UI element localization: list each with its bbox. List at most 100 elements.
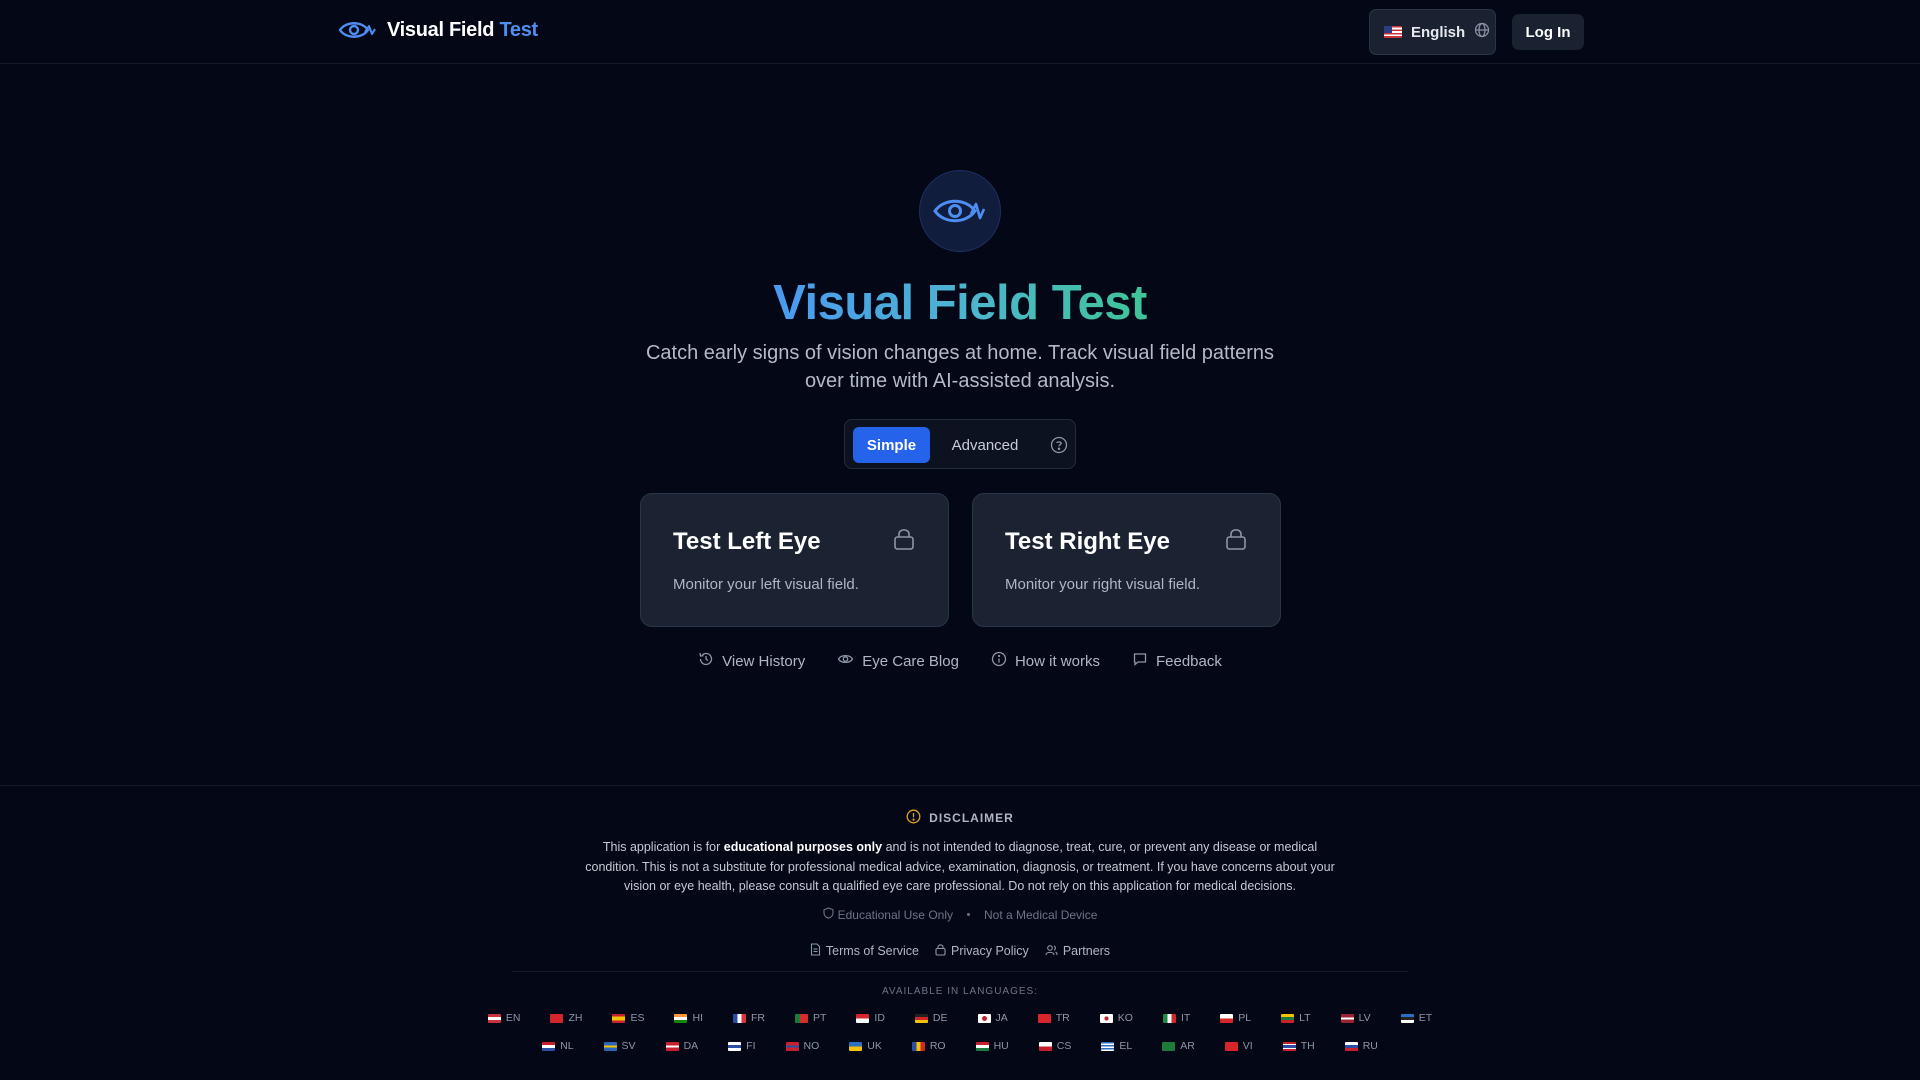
language-link-ko[interactable]: KO xyxy=(1092,1011,1141,1025)
warning-icon xyxy=(906,809,921,827)
language-link-pl[interactable]: PL xyxy=(1212,1011,1259,1025)
language-link-no[interactable]: NO xyxy=(778,1039,828,1053)
privacy-policy-link[interactable]: Privacy Policy xyxy=(935,943,1029,959)
language-code: DA xyxy=(683,1040,699,1052)
language-link-zh[interactable]: ZH xyxy=(542,1011,590,1025)
mode-simple-button[interactable]: Simple xyxy=(853,427,930,463)
language-code: NO xyxy=(803,1040,820,1052)
users-icon xyxy=(1045,944,1058,959)
language-code: JA xyxy=(995,1012,1008,1024)
language-code: IT xyxy=(1180,1012,1191,1024)
language-selector-button[interactable]: English xyxy=(1369,9,1496,55)
language-code: RU xyxy=(1362,1040,1378,1052)
ru-flag-icon xyxy=(1344,1041,1358,1051)
language-link-fi[interactable]: FI xyxy=(720,1039,763,1053)
language-links-row: NL SV DA FI NO UK RO HU CS EL AR VI TH RU xyxy=(0,1039,1920,1053)
language-code: PT xyxy=(812,1012,827,1024)
language-code: LV xyxy=(1358,1012,1371,1024)
disclaimer-heading: DISCLAIMER xyxy=(0,809,1920,827)
how-it-works-link[interactable]: How it works xyxy=(991,650,1100,672)
hero-eye-icon xyxy=(919,170,1001,252)
language-link-et[interactable]: ET xyxy=(1393,1011,1440,1025)
language-link-th[interactable]: TH xyxy=(1275,1039,1323,1053)
language-link-hi[interactable]: HI xyxy=(666,1011,711,1025)
language-link-fr[interactable]: FR xyxy=(725,1011,773,1025)
page-subtitle: Catch early signs of vision changes at h… xyxy=(645,342,1275,392)
language-code: UK xyxy=(867,1040,882,1052)
zh-flag-icon xyxy=(550,1013,564,1023)
language-link-lv[interactable]: LV xyxy=(1333,1011,1379,1025)
sv-flag-icon xyxy=(603,1041,617,1051)
language-link-en[interactable]: EN xyxy=(480,1011,529,1025)
language-link-pt[interactable]: PT xyxy=(787,1011,834,1025)
language-link-tr[interactable]: TR xyxy=(1030,1011,1078,1025)
language-code: EN xyxy=(505,1012,521,1024)
fi-flag-icon xyxy=(728,1041,742,1051)
nl-flag-icon xyxy=(542,1041,556,1051)
language-link-cs[interactable]: CS xyxy=(1031,1039,1080,1053)
card-title: Test Right Eye xyxy=(1005,528,1170,555)
partners-link[interactable]: Partners xyxy=(1045,944,1110,959)
legal-links: Terms of Service Privacy Policy Partners xyxy=(0,943,1920,959)
language-link-de[interactable]: DE xyxy=(907,1011,956,1025)
es-flag-icon xyxy=(612,1013,626,1023)
language-link-ja[interactable]: JA xyxy=(970,1011,1016,1025)
ar-flag-icon xyxy=(1162,1041,1176,1051)
language-link-ar[interactable]: AR xyxy=(1154,1039,1203,1053)
language-link-vi[interactable]: VI xyxy=(1217,1039,1261,1053)
en-flag-icon xyxy=(487,1013,501,1023)
eye-care-blog-link[interactable]: Eye Care Blog xyxy=(837,650,959,672)
language-link-uk[interactable]: UK xyxy=(841,1039,890,1053)
language-link-it[interactable]: IT xyxy=(1155,1011,1198,1025)
ro-flag-icon xyxy=(911,1041,925,1051)
language-link-ro[interactable]: RO xyxy=(904,1039,954,1053)
lock-icon xyxy=(1225,527,1247,556)
test-mode-toggle: Simple Advanced xyxy=(844,419,1076,469)
terms-of-service-link[interactable]: Terms of Service xyxy=(810,943,919,959)
language-code: ZH xyxy=(568,1012,583,1024)
da-flag-icon xyxy=(665,1041,679,1051)
cs-flag-icon xyxy=(1038,1041,1052,1051)
id-flag-icon xyxy=(856,1013,870,1023)
ko-flag-icon xyxy=(1099,1013,1113,1023)
language-links-row: EN ZH ES HI FR PT ID DE JA TR KO IT PL LT LV ET xyxy=(0,1011,1920,1025)
language-link-ru[interactable]: RU xyxy=(1337,1039,1386,1053)
language-link-nl[interactable]: NL xyxy=(534,1039,581,1053)
language-code: ID xyxy=(874,1012,885,1024)
language-link-lt[interactable]: LT xyxy=(1273,1011,1318,1025)
available-languages-heading: AVAILABLE IN LANGUAGES: xyxy=(881,986,1038,997)
language-link-da[interactable]: DA xyxy=(658,1039,707,1053)
fr-flag-icon xyxy=(732,1013,746,1023)
info-icon xyxy=(991,651,1007,671)
view-history-link[interactable]: View History xyxy=(698,650,805,672)
mode-advanced-button[interactable]: Advanced xyxy=(940,427,1030,463)
language-link-el[interactable]: EL xyxy=(1093,1039,1140,1053)
language-link-es[interactable]: ES xyxy=(604,1011,652,1025)
brand-logo-link[interactable]: Visual Field Test xyxy=(337,18,538,42)
language-code: SV xyxy=(621,1040,636,1052)
language-code: VI xyxy=(1242,1040,1253,1052)
language-code: ES xyxy=(630,1012,645,1024)
test-right-eye-card[interactable]: Test Right Eye Monitor your right visual… xyxy=(972,493,1281,627)
history-icon xyxy=(698,651,714,671)
not-medical-device-badge: Not a Medical Device xyxy=(984,907,1098,922)
language-code: EL xyxy=(1119,1040,1133,1052)
educational-use-badge: Educational Use Only xyxy=(823,907,953,922)
language-code: PL xyxy=(1238,1012,1252,1024)
pl-flag-icon xyxy=(1220,1013,1234,1023)
language-link-hu[interactable]: HU xyxy=(968,1039,1017,1053)
eye-logo-icon xyxy=(337,18,377,42)
login-button[interactable]: Log In xyxy=(1512,14,1584,50)
disclaimer-badges: Educational Use Only Not a Medical Devic… xyxy=(0,907,1920,922)
feedback-link[interactable]: Feedback xyxy=(1132,650,1222,672)
language-code: HI xyxy=(692,1012,703,1024)
language-link-sv[interactable]: SV xyxy=(596,1039,644,1053)
brand-name: Visual Field Test xyxy=(387,18,538,41)
test-left-eye-card[interactable]: Test Left Eye Monitor your left visual f… xyxy=(640,493,949,627)
card-title: Test Left Eye xyxy=(673,528,821,555)
top-nav-bar: Visual Field Test English Log In xyxy=(0,0,1920,64)
de-flag-icon xyxy=(914,1013,928,1023)
language-link-id[interactable]: ID xyxy=(848,1011,893,1025)
no-flag-icon xyxy=(785,1041,799,1051)
help-icon[interactable] xyxy=(1050,436,1068,454)
